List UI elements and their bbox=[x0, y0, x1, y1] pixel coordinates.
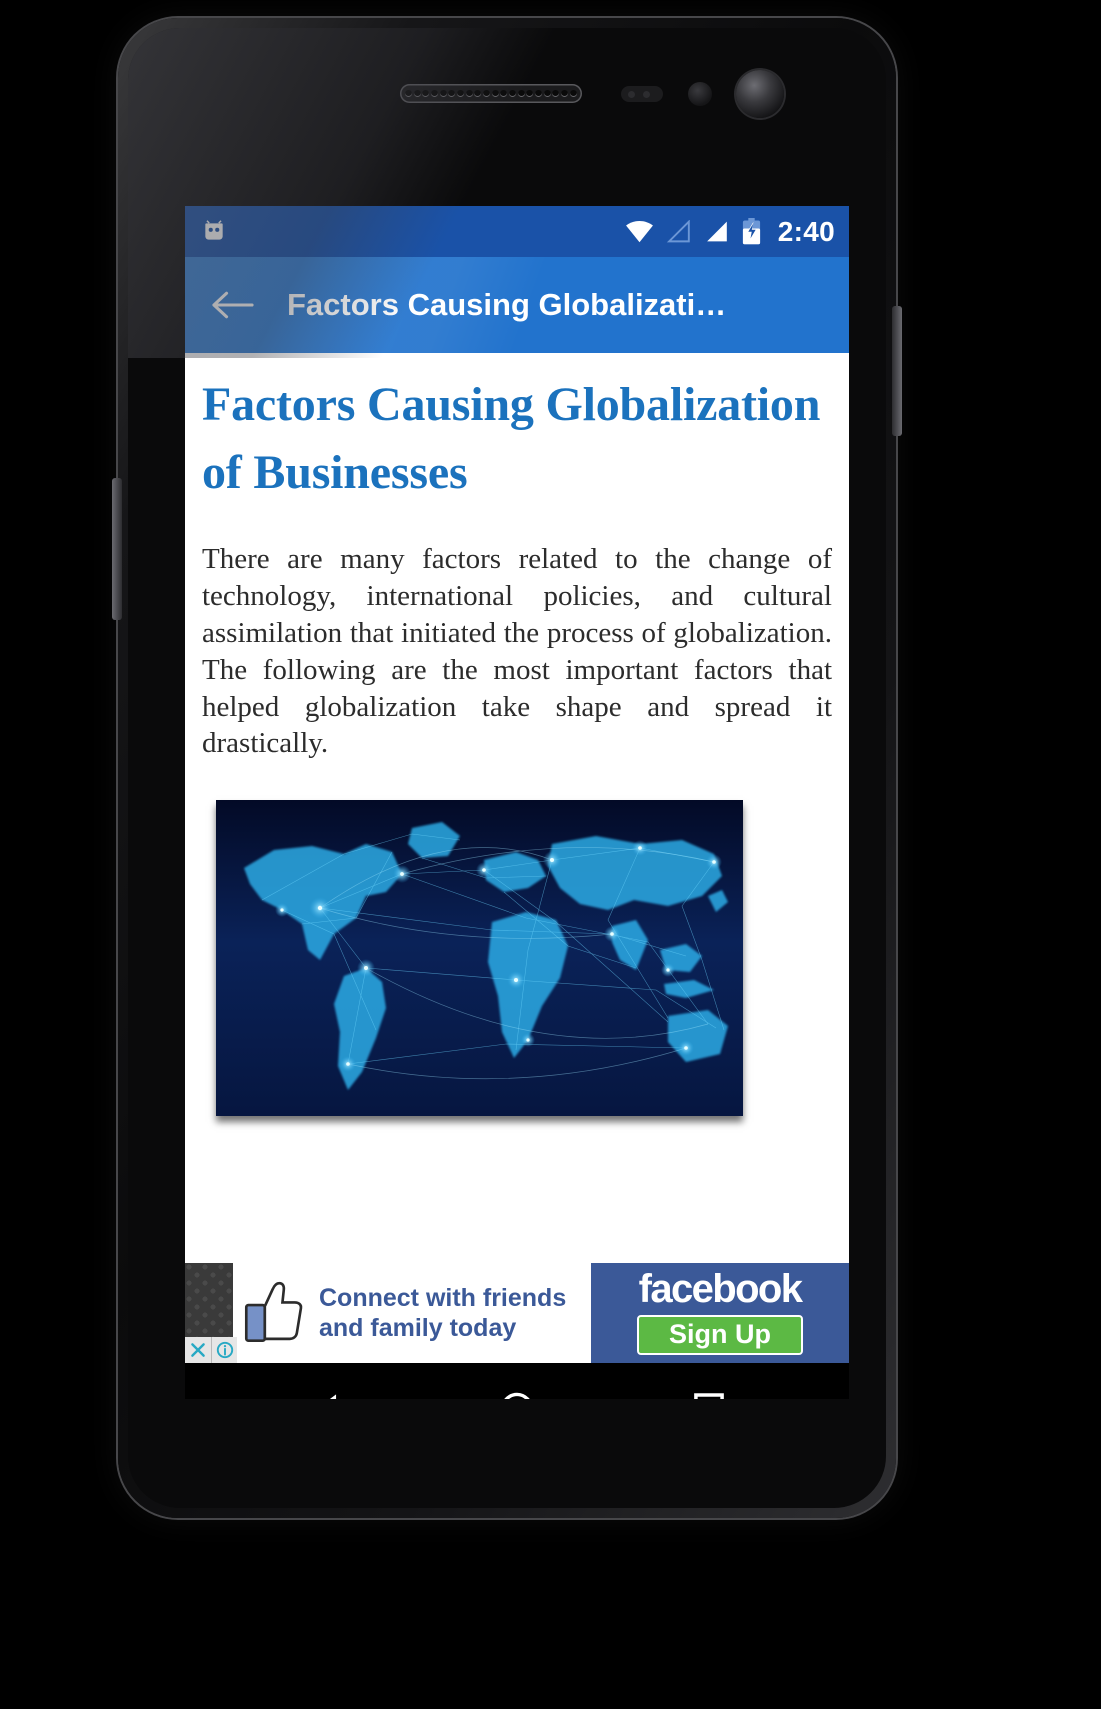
facebook-brand-block[interactable]: facebook Sign Up bbox=[591, 1263, 849, 1363]
wifi-icon bbox=[625, 220, 654, 244]
world-map-network-image bbox=[216, 800, 743, 1117]
ad-message-area[interactable]: Connect with friends and family today bbox=[185, 1263, 591, 1363]
thumbs-up-icon bbox=[243, 1280, 305, 1346]
camera-lens-icon bbox=[736, 70, 784, 118]
nav-home-circle-icon[interactable] bbox=[481, 1375, 553, 1399]
sign-up-button[interactable]: Sign Up bbox=[637, 1314, 803, 1356]
ad-controls bbox=[185, 1337, 237, 1363]
android-navigation-bar bbox=[185, 1363, 849, 1399]
facebook-ad-banner[interactable]: Connect with friends and family today fa… bbox=[185, 1263, 849, 1363]
power-button[interactable] bbox=[892, 306, 902, 436]
ad-headline: Connect with friends and family today bbox=[319, 1283, 566, 1344]
signal-empty-icon bbox=[665, 219, 692, 244]
facebook-wordmark: facebook bbox=[638, 1266, 803, 1311]
back-arrow-icon[interactable] bbox=[207, 279, 259, 331]
article-paragraph: There are many factors related to the ch… bbox=[202, 543, 832, 760]
nav-recents-square-icon[interactable] bbox=[673, 1375, 745, 1399]
status-bar-time: 2:40 bbox=[777, 215, 835, 247]
info-circle-icon[interactable] bbox=[211, 1337, 237, 1363]
action-bar: Factors Causing Globalizati… bbox=[185, 257, 849, 353]
article-heading: Factors Causing Globalization of Busines… bbox=[202, 378, 821, 500]
ad-headline-line2: and family today bbox=[319, 1314, 517, 1342]
phone-device: 2:40 Factors Causing Globalizati… Factor… bbox=[112, 18, 902, 1518]
signal-full-icon bbox=[703, 220, 730, 244]
status-bar: 2:40 bbox=[185, 206, 849, 257]
battery-charging-icon bbox=[741, 218, 762, 245]
phone-bezel: 2:40 Factors Causing Globalizati… Factor… bbox=[128, 28, 886, 1508]
volume-button[interactable] bbox=[112, 478, 122, 620]
page-title: Factors Causing Globalizati… bbox=[287, 287, 727, 322]
front-camera-icon bbox=[688, 82, 712, 106]
earpiece-speaker bbox=[400, 84, 582, 103]
close-x-icon[interactable] bbox=[185, 1337, 211, 1363]
proximity-sensor bbox=[621, 86, 663, 102]
cyanogenmod-robot-icon bbox=[201, 219, 227, 245]
nav-back-triangle-icon[interactable] bbox=[289, 1375, 361, 1399]
phone-screen: 2:40 Factors Causing Globalizati… Factor… bbox=[185, 206, 849, 1399]
article-content[interactable]: Factors Causing Globalization of Busines… bbox=[185, 353, 849, 1263]
ad-headline-line1: Connect with friends bbox=[319, 1283, 567, 1312]
